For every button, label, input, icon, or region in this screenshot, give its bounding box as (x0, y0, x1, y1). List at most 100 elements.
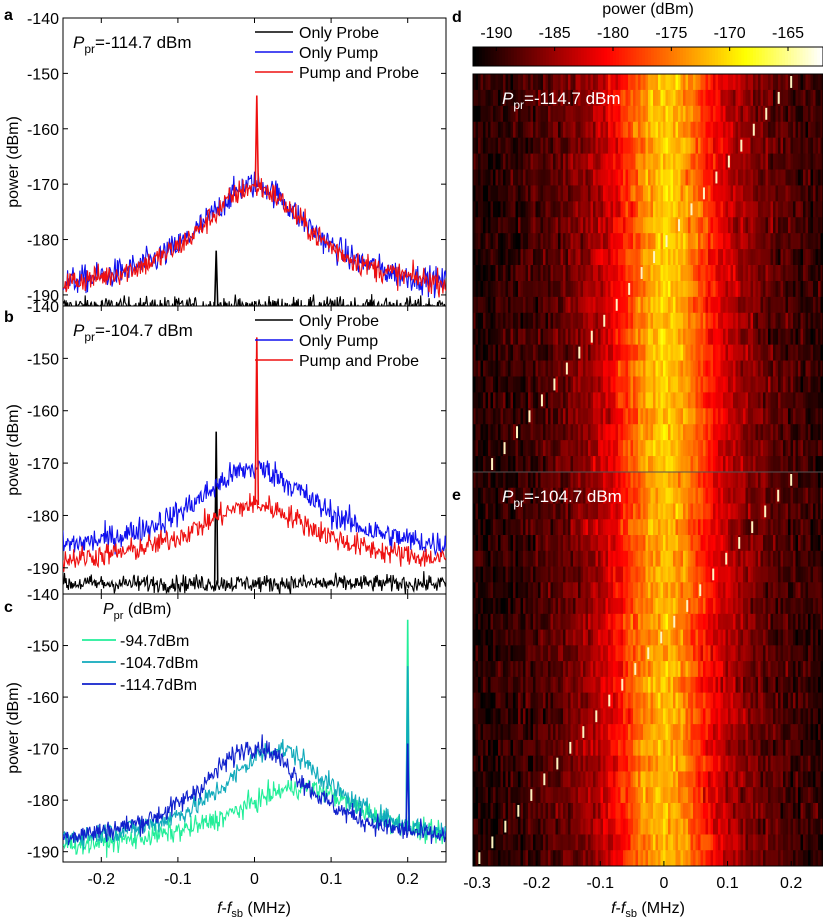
heatmap-row-e-0 (473, 472, 823, 489)
heatmap-row-d-17 (473, 344, 823, 361)
xtick-label-c-1: -0.1 (164, 871, 192, 888)
ylabel-b: power (dBm) (5, 404, 22, 496)
legend-label-b-1: Only Pump (299, 333, 378, 350)
legend-label-b-2: Pump and Probe (299, 353, 419, 370)
ytick-label-c-0: -190 (27, 845, 59, 862)
probe-mark-d-11 (653, 251, 656, 264)
heatmap-row-d-7 (473, 185, 823, 202)
heatmap-row-d-16 (473, 328, 823, 346)
ytick-label-a-2: -170 (27, 177, 59, 194)
probe-mark-d-16 (590, 330, 593, 343)
probe-mark-d-8 (690, 203, 693, 216)
xlabel-left: f-fsb (MHz) (217, 900, 291, 920)
probe-mark-d-18 (565, 362, 568, 375)
heatmap-row-d-3 (473, 121, 823, 139)
panel-e-heatmap: Ppr=-104.7 dBm (473, 472, 823, 867)
heatmap-row-e-7 (473, 582, 823, 599)
probe-mark-d-23 (503, 442, 506, 455)
probe-mark-d-2 (765, 107, 768, 120)
legend-label-b-0: Only Probe (299, 313, 379, 330)
figure: a b c d e power (dBm) power (dBm) power … (4, 1, 823, 920)
panel-letter-a: a (4, 7, 13, 24)
probe-mark-d-1 (777, 91, 780, 104)
panel-letter-d: d (452, 9, 462, 26)
heatmap-row-d-22 (473, 424, 823, 441)
probe-mark-e-8 (686, 600, 689, 612)
ytick-label-c-4: -150 (27, 639, 59, 656)
ytick-label-a-4: -150 (27, 66, 59, 83)
heatmap-row-d-5 (473, 153, 823, 170)
probe-mark-d-21 (528, 410, 531, 423)
ytick-label-c-5: -140 (27, 587, 59, 604)
legend-label-c-2: -114.7dBm (120, 677, 197, 694)
heatmap-row-d-0 (473, 74, 823, 91)
xtick-label-c-4: 0.2 (397, 871, 419, 888)
panel-letter-e: e (452, 487, 461, 504)
legend-label-a-1: Only Pump (299, 45, 378, 62)
heatmap-row-e-4 (473, 535, 823, 552)
ytick-label-b-4: -150 (27, 351, 59, 368)
probe-mark-d-19 (553, 378, 556, 391)
probe-mark-d-5 (727, 155, 730, 168)
probe-mark-d-4 (740, 139, 743, 152)
probe-mark-d-9 (678, 219, 681, 232)
ytick-label-a-1: -180 (27, 233, 59, 250)
panel-c: -190-180-170-160-150-140-0.2 -0.1 0 0.1 0.2P… (27, 587, 447, 888)
heatmap-row-d-4 (473, 137, 823, 154)
heatmap-row-d-11 (473, 249, 823, 266)
heatmap-row-d-12 (473, 265, 823, 282)
panel-letter-c: c (4, 599, 13, 616)
panel-letter-b: b (4, 309, 14, 326)
heatmap-row-d-8 (473, 201, 823, 218)
ytick-label-c-1: -180 (27, 793, 59, 810)
probe-mark-d-7 (702, 187, 705, 200)
ylabel-a: power (dBm) (5, 116, 22, 208)
probe-mark-d-3 (752, 123, 755, 136)
probe-mark-d-13 (628, 282, 631, 295)
heatmap-row-d-20 (473, 392, 823, 409)
probe-mark-e-5 (725, 552, 728, 565)
legend-label-a-0: Only Probe (299, 25, 379, 42)
heatmap-row-e-8 (473, 598, 823, 615)
probe-mark-e-4 (738, 537, 741, 549)
heatmap-row-e-3 (473, 519, 823, 536)
ytick-label-b-2: -170 (27, 456, 59, 473)
probe-mark-d-0 (790, 76, 793, 88)
heatmap-row-e-5 (473, 550, 823, 567)
ytick-label-b-1: -180 (27, 508, 59, 525)
probe-mark-d-15 (603, 314, 606, 327)
probe-mark-e-6 (712, 568, 715, 581)
heatmap-row-d-18 (473, 360, 823, 377)
probe-mark-e-3 (751, 521, 754, 534)
legend-label-a-2: Pump and Probe (299, 65, 419, 82)
legend-label-c-0: -94.7dBm (120, 633, 189, 650)
probe-mark-e-1 (777, 489, 780, 502)
ytick-label-a-5: -140 (27, 11, 59, 28)
heatmap-row-d-9 (473, 217, 823, 234)
panel-a: -190-180-170-160-150-140Ppr=-114.7 dBm On… (27, 11, 447, 307)
ylabel-c: power (dBm) (5, 682, 22, 774)
heatmap-row-d-15 (473, 312, 823, 330)
probe-mark-d-12 (640, 267, 643, 279)
legend-label-c-1: -104.7dBm (120, 655, 198, 672)
heatmap-row-e-9 (473, 613, 823, 630)
ytick-label-a-3: -160 (27, 122, 59, 139)
heatmap-row-d-19 (473, 376, 823, 393)
panel-d-heatmap: Ppr=-114.7 dBm (473, 74, 823, 473)
heatmap-row-d-6 (473, 169, 823, 186)
ytick-label-b-0: -190 (27, 561, 59, 578)
probe-mark-e-0 (790, 474, 793, 486)
ytick-label-b-3: -160 (27, 404, 59, 421)
panel-b: -190-180-170-160-150-140Ppr=-104.7 dBm On… (27, 299, 447, 595)
heatmap-row-e-6 (473, 566, 823, 583)
xtick-label-c-3: 0.1 (320, 871, 342, 888)
probe-mark-d-22 (516, 426, 519, 439)
heatmap-row-d-2 (473, 105, 823, 123)
ytick-label-c-3: -160 (27, 690, 59, 707)
xtick-label-c-2: 0 (250, 871, 259, 888)
heatmap-row-d-24 (473, 456, 823, 473)
probe-mark-d-24 (491, 458, 494, 470)
xtick-label-c-0: -0.2 (88, 871, 116, 888)
probe-mark-d-6 (715, 171, 718, 184)
probe-mark-e-2 (764, 505, 767, 518)
